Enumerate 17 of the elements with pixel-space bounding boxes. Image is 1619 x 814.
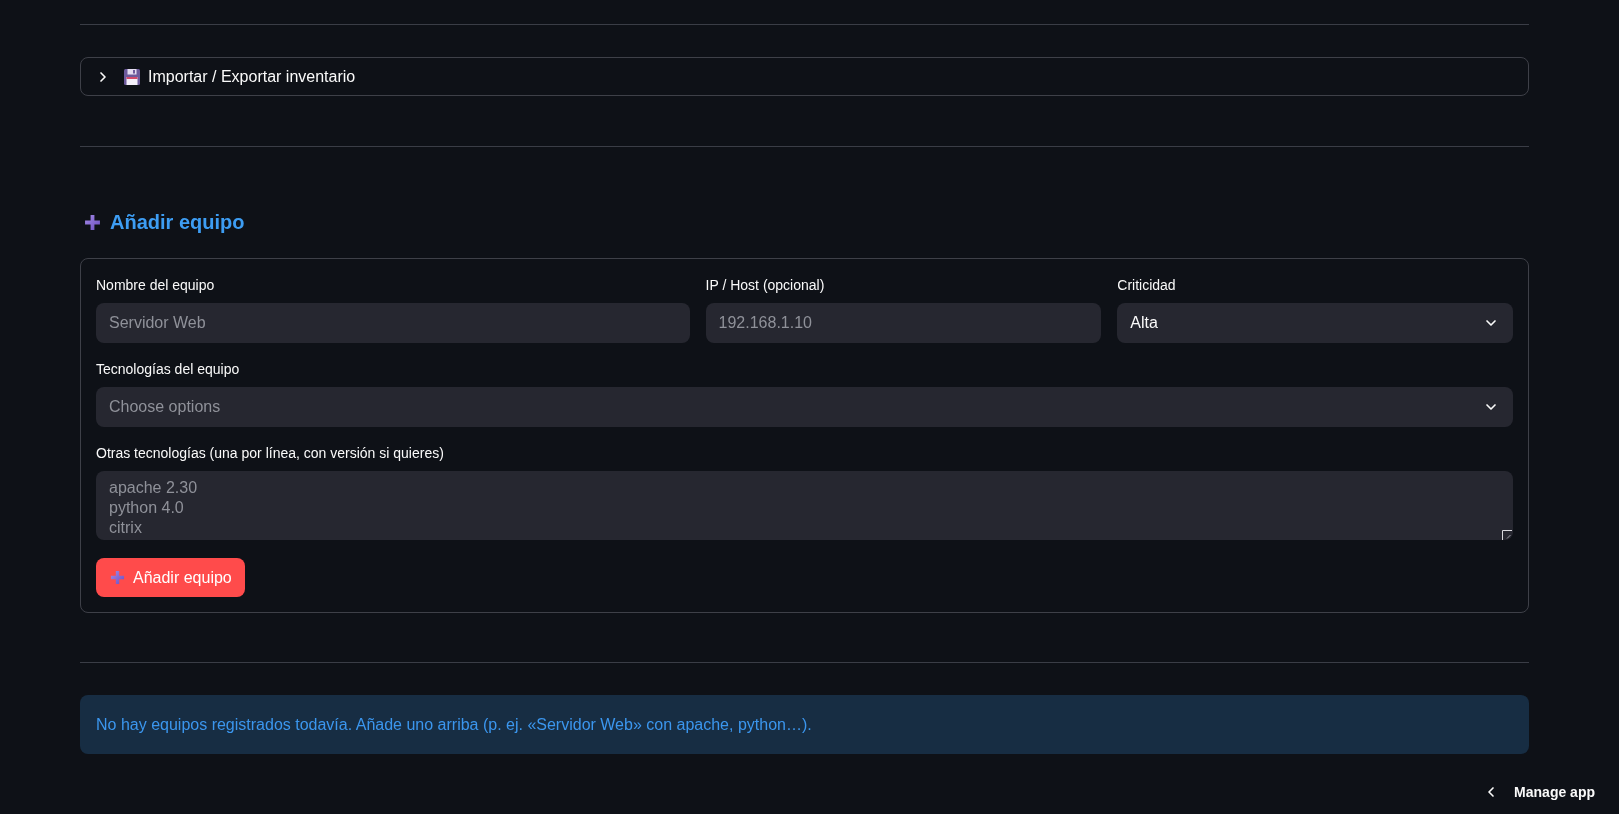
section-heading: Añadir equipo — [110, 210, 245, 235]
field-label: Nombre del equipo — [96, 276, 216, 295]
select-dropdown[interactable]: Alta — [1117, 303, 1513, 343]
manage-app-button[interactable]: Manage app — [1483, 780, 1595, 804]
field-label: Otras tecnologías (una por línea, con versión si quieres) — [96, 444, 445, 463]
text-input[interactable]: 192.168.1.10 — [705, 303, 1102, 343]
plus-icon-small — [110, 570, 125, 585]
resize-handle-icon[interactable] — [1502, 530, 1512, 540]
multiselect-dropdown[interactable]: Choose options — [96, 387, 1513, 427]
info-message: No hay equipos registrados todavía. Añade uno arriba (p. ej. «Servidor Web» con apache, python…). — [96, 714, 812, 735]
textarea-field[interactable]: apache 2.30 python 4.0 citrix — [96, 471, 1513, 540]
field-label: IP / Host (opcional) — [705, 276, 826, 295]
field-label: Criticidad — [1117, 276, 1177, 295]
field-label: Tecnologías del equipo — [96, 360, 241, 379]
text-input[interactable]: Servidor Web — [96, 303, 690, 343]
plus-icon — [84, 213, 101, 231]
expander-header[interactable]: Importar / Exportar inventario — [80, 57, 1529, 96]
